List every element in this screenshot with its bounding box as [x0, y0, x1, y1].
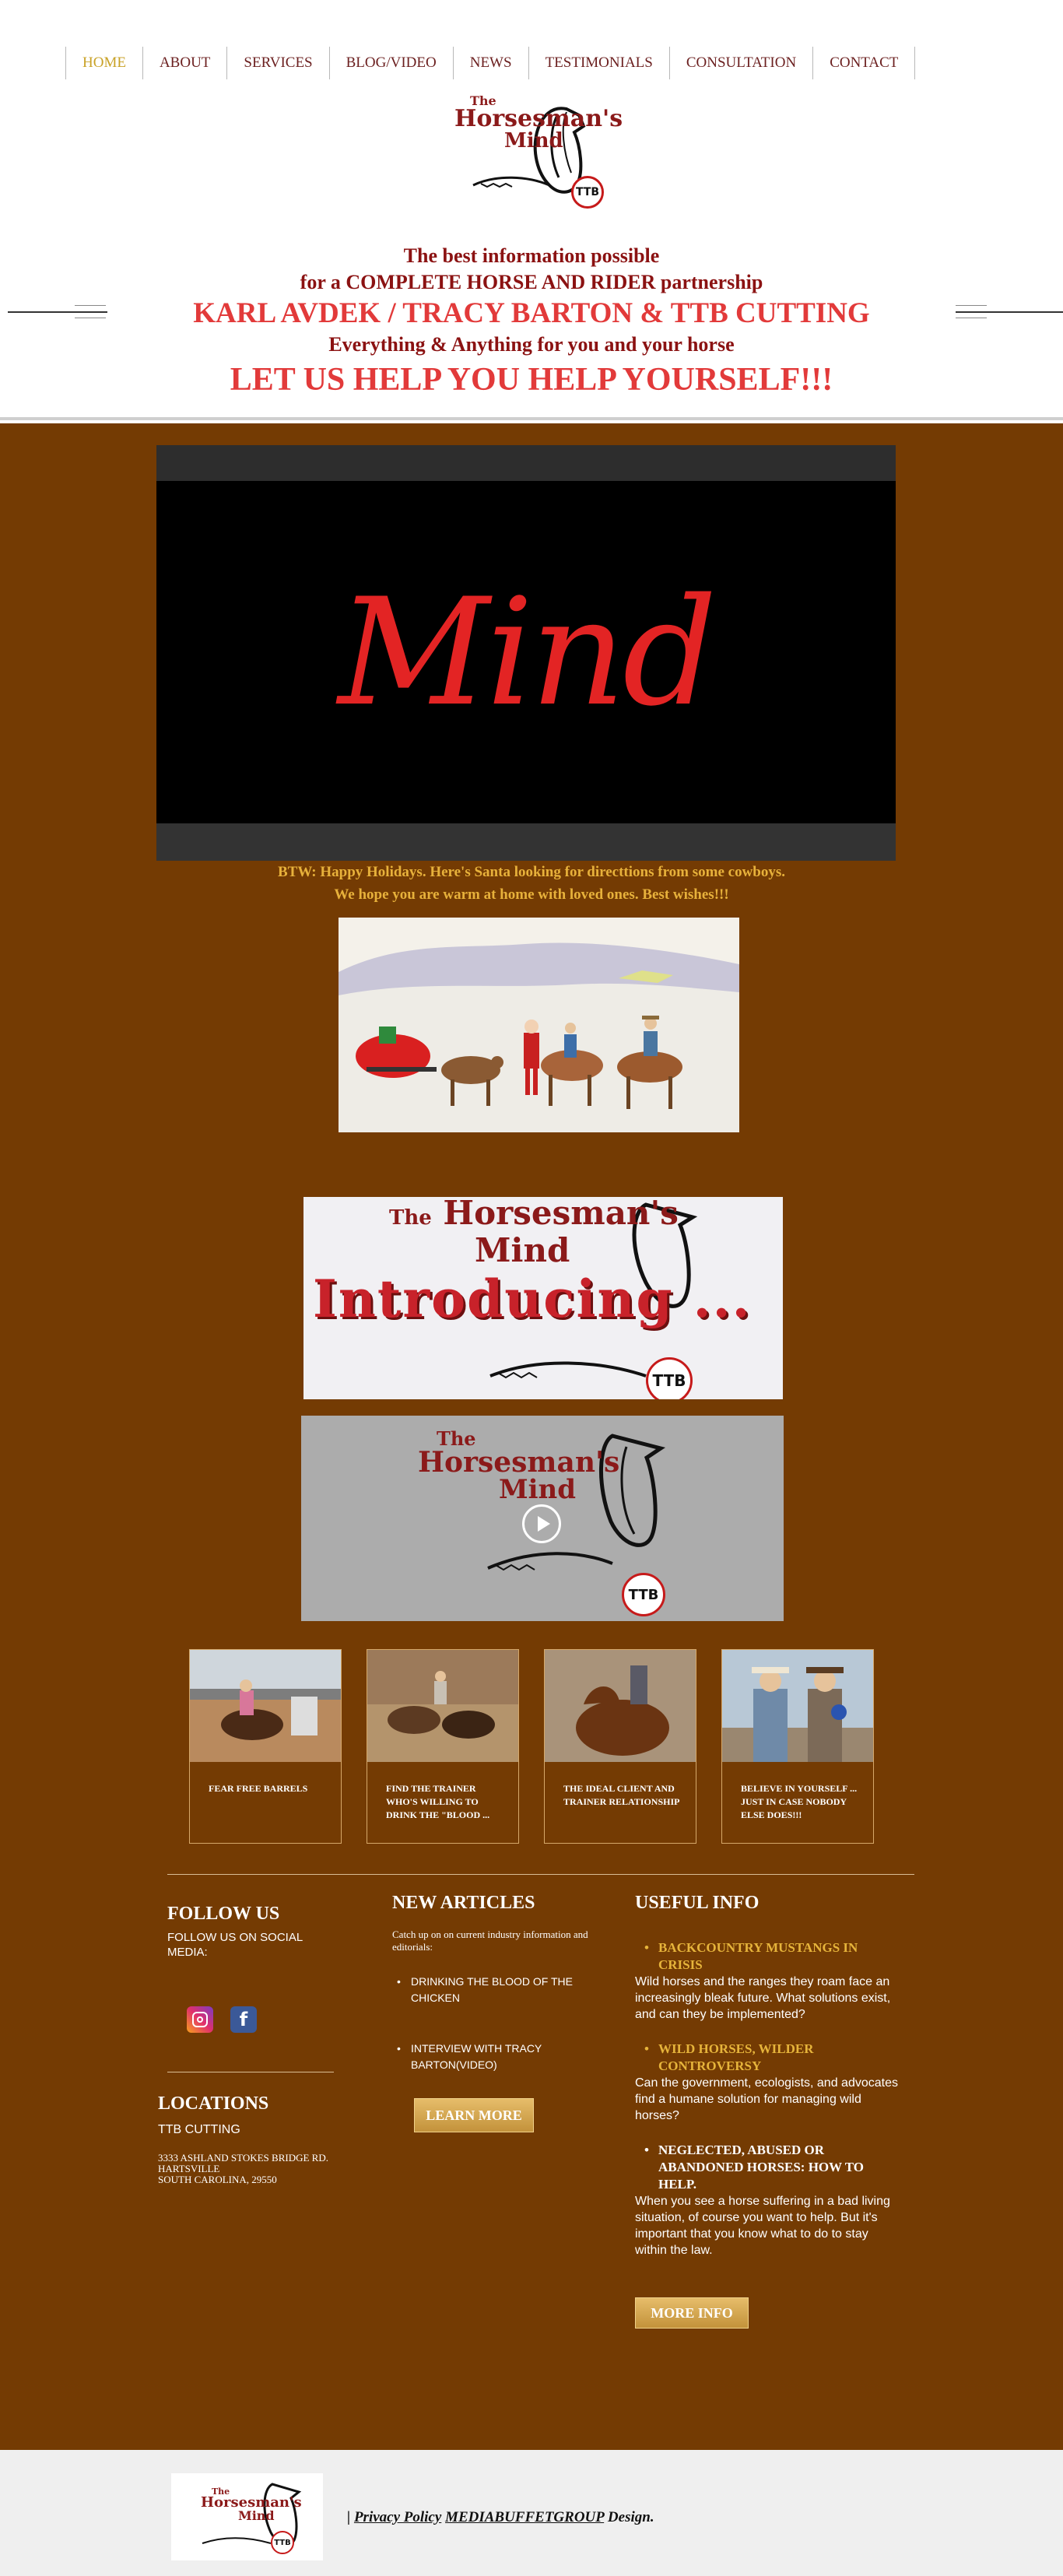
info-link-neglected-horses[interactable]: NEGLECTED, ABUSED OR ABANDONED HORSES: H… [644, 2142, 892, 2193]
card-image-cattle [367, 1650, 518, 1762]
new-articles-description: Catch up on on current industry informat… [392, 1928, 588, 1953]
card-caption: Find the trainer who's willing to drink … [386, 1783, 490, 1820]
card-caption: Fear Free Barrels [209, 1783, 308, 1794]
site-header: HOME ABOUT SERVICES BLOG/VIDEO NEWS TEST… [0, 0, 1063, 420]
intro-video-player[interactable]: The Horsesman's Mind TTB [301, 1416, 784, 1621]
banner-mind: Mind [475, 1231, 570, 1269]
play-button[interactable] [522, 1504, 561, 1543]
useful-info-heading: USEFUL INFO [635, 1893, 760, 1913]
video-top-bar [156, 445, 896, 481]
article-link-interview[interactable]: INTERVIEW WITH TRACY BARTON(VIDEO) [397, 2041, 605, 2073]
nav-consultation[interactable]: CONSULTATION [668, 47, 812, 79]
santa-cowboys-painting [339, 918, 739, 1132]
video2-horsesmans: Horsesman's [418, 1446, 620, 1479]
video2-wordmark: The Horsesman's Mind [418, 1430, 620, 1505]
info-desc-neglected-horses: When you see a horse suffering in a bad … [635, 2195, 890, 2257]
site-logo[interactable]: The Horsesman's Mind TTB [450, 92, 623, 209]
nav-contact[interactable]: CONTACT [812, 47, 916, 79]
instagram-glyph [192, 2012, 208, 2027]
banner-wordmark: The Horsesman's Mind [381, 1197, 679, 1267]
article-card-ideal-client[interactable]: The ideal client and trainer relationshi… [544, 1649, 696, 1844]
hero-line-5: LET US HELP YOU HELP YOURSELF!!! [230, 362, 833, 398]
footer-ttb-badge: TTB [271, 2531, 294, 2554]
featured-video[interactable]: Mind [156, 445, 896, 861]
ttb-badge: TTB [571, 176, 604, 209]
address-line-3: SOUTH CAROLINA, 29550 [158, 2174, 277, 2185]
holiday-line-2: We hope you are warm at home with loved … [334, 886, 729, 903]
nav-testimonials[interactable]: TESTIMONIALS [528, 47, 669, 79]
video-title: Mind [338, 566, 717, 739]
article-card-find-trainer[interactable]: Find the trainer who's willing to drink … [367, 1649, 519, 1844]
banner-introducing-text: Introducing ... [313, 1269, 752, 1329]
hero-line-3: KARL AVDEK / TRACY BARTON & TTB CUTTING [193, 297, 870, 329]
footer-design-text: Design. [604, 2509, 654, 2525]
holiday-message: BTW: Happy Holidays. Here's Santa lookin… [117, 861, 946, 906]
nav-about[interactable]: ABOUT [142, 47, 226, 79]
footer-logo[interactable]: The Horsesman's Mind TTB [171, 2473, 323, 2560]
info-link-wild-horses[interactable]: WILD HORSES, WILDER CONTROVERSY [644, 2041, 892, 2075]
article-link-blood-chicken[interactable]: DRINKING THE BLOOD OF THE CHICKEN [397, 1974, 605, 2006]
banner-horsesmans: Horsesman's [443, 1197, 679, 1232]
follow-subtitle: FOLLOW US ON SOCIAL MEDIA: [167, 1931, 303, 1959]
article-card-believe-yourself[interactable]: Believe in yourself ... just in case nob… [721, 1649, 874, 1844]
instagram-icon[interactable] [187, 2006, 213, 2033]
card-caption: The ideal client and trainer relationshi… [563, 1783, 680, 1807]
info-desc-wild-horses: Can the government, ecologists, and advo… [635, 2076, 898, 2122]
nav-news[interactable]: NEWS [452, 47, 528, 79]
locations-subtitle: TTB CUTTING [158, 2123, 240, 2136]
main-content: Mind BTW: Happy Holidays. Here's Santa l… [0, 423, 1063, 2450]
learn-more-button[interactable]: LEARN MORE [414, 2098, 534, 2132]
main-nav: HOME ABOUT SERVICES BLOG/VIDEO NEWS TEST… [65, 47, 916, 79]
logo-wordmark: The Horsesman's Mind [454, 95, 623, 153]
nav-services[interactable]: SERVICES [226, 47, 328, 79]
info-desc-mustangs: Wild horses and the ranges they roam fac… [635, 1975, 891, 2021]
introducing-banner: The Horsesman's Mind Introducing ... TTB [303, 1197, 783, 1399]
hero-line-1: The best information possible [403, 244, 660, 267]
logo-horsesmans: Horsesman's [454, 105, 623, 132]
banner-the: The [389, 1206, 432, 1230]
footer-wordmark: The Horsesman's Mind [201, 2487, 302, 2522]
new-articles-heading: NEW ARTICLES [392, 1893, 535, 1913]
mediabuffetgroup-link[interactable]: MEDIABUFFETGROUP [445, 2509, 604, 2525]
video2-ttb-badge: TTB [622, 1573, 665, 1616]
locations-heading: LOCATIONS [158, 2093, 269, 2114]
footer-credits: | Privacy Policy MEDIABUFFETGROUP Design… [347, 2509, 654, 2526]
footer-separator: | [347, 2509, 354, 2525]
video2-mind: Mind [499, 1474, 577, 1505]
play-icon [537, 1516, 550, 1532]
nav-home[interactable]: HOME [65, 47, 142, 79]
site-footer: The Horsesman's Mind TTB | Privacy Polic… [0, 2450, 1063, 2576]
card-image-two-cowboys [722, 1650, 873, 1762]
nav-blog-video[interactable]: BLOG/VIDEO [328, 47, 453, 79]
video-control-bar[interactable] [156, 823, 896, 861]
footer-logo-mind: Mind [238, 2508, 275, 2523]
hero-text: The best information possible for a COMP… [0, 243, 1063, 402]
info-link-mustangs[interactable]: BACKCOUNTRY MUSTANGS IN CRISIS [644, 1939, 892, 1974]
santa-painting-illustration [339, 942, 739, 1132]
more-info-button[interactable]: MORE INFO [635, 2297, 749, 2329]
locations-address: 3333 ASHLAND STOKES BRIDGE RD. HARTSVILL… [158, 2153, 328, 2185]
article-card-fear-free-barrels[interactable]: Fear Free Barrels [189, 1649, 342, 1844]
address-line-1: 3333 ASHLAND STOKES BRIDGE RD. [158, 2152, 328, 2164]
video-screen[interactable]: Mind [156, 481, 896, 823]
card-caption: Believe in yourself ... just in case nob… [741, 1783, 858, 1820]
banner-ttb-badge: TTB [646, 1357, 693, 1399]
facebook-icon[interactable]: f [230, 2006, 257, 2033]
hero-line-2: for a COMPLETE HORSE AND RIDER partnersh… [300, 271, 763, 293]
address-line-2: HARTSVILLE [158, 2163, 220, 2174]
holiday-line-1: BTW: Happy Holidays. Here's Santa lookin… [277, 864, 786, 880]
privacy-policy-link[interactable]: Privacy Policy [354, 2509, 441, 2525]
section-divider [167, 1874, 914, 1875]
card-image-barrel-racer [190, 1650, 341, 1762]
hero-line-4: Everything & Anything for you and your h… [328, 333, 735, 356]
card-image-horse-rider [545, 1650, 696, 1762]
logo-mind: Mind [504, 129, 563, 153]
follow-heading: FOLLOW US [167, 1904, 280, 1924]
